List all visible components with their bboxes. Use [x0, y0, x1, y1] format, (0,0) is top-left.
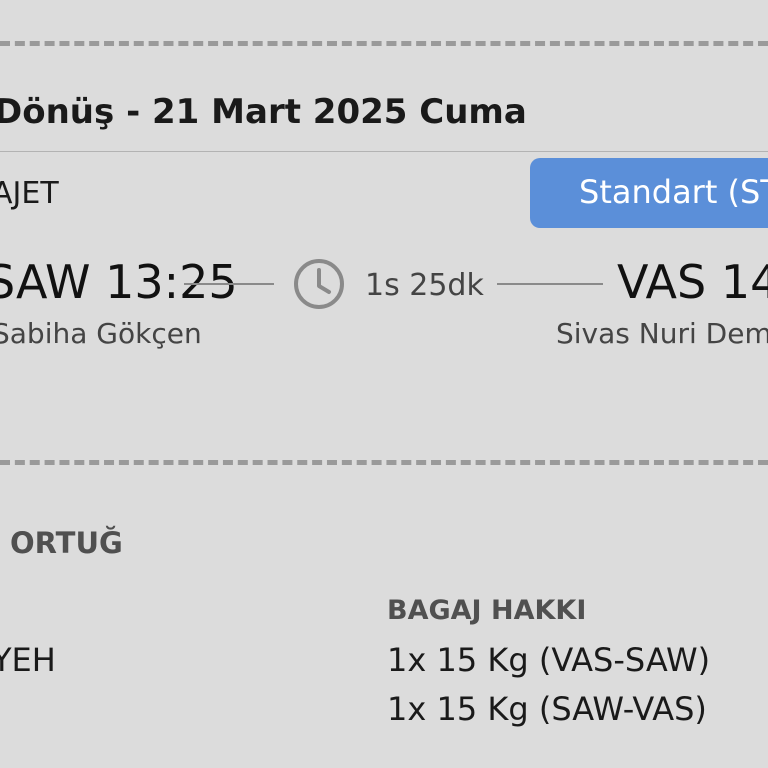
- baggage-allowance-header: BAGAJ HAKKI: [387, 595, 587, 626]
- fare-class-label: Standart (ST): [579, 173, 768, 211]
- passenger-name: ORTUĞ: [10, 526, 123, 560]
- airline-name: AJET: [0, 176, 59, 211]
- return-date-title: Dönüş - 21 Mart 2025 Cuma: [0, 92, 527, 132]
- clock-icon: [294, 259, 344, 309]
- arrival-airport: Sivas Nuri Demirağ: [556, 317, 768, 350]
- dashed-divider-top: [0, 41, 768, 46]
- departure-airport: Sabiha Gökçen: [0, 317, 202, 350]
- departure-time: SAW 13:25: [0, 255, 238, 309]
- section-divider: [0, 151, 768, 152]
- route-line-left: [184, 283, 274, 285]
- passenger-type: YEH: [0, 641, 56, 679]
- dashed-divider-bottom: [0, 460, 768, 465]
- flight-duration: 1s 25dk: [365, 268, 484, 303]
- fare-class-badge[interactable]: Standart (ST): [530, 158, 768, 228]
- baggage-item: 1x 15 Kg (VAS-SAW): [387, 641, 711, 679]
- route-line-right: [497, 283, 603, 285]
- baggage-item: 1x 15 Kg (SAW-VAS): [387, 690, 707, 728]
- arrival-time: VAS 14:50: [617, 255, 768, 309]
- ticket-detail-page: Dönüş - 21 Mart 2025 Cuma AJET Standart …: [0, 0, 768, 768]
